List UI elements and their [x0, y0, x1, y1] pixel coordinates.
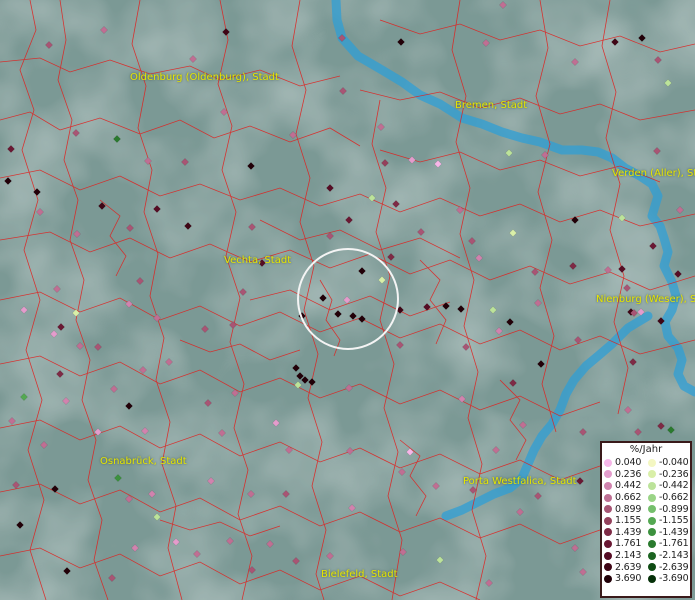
city-label-osnabrueck: Osnabrück, Stadt	[100, 456, 187, 467]
legend-swatch	[604, 516, 612, 525]
legend-row: 0.236 -0.236	[602, 469, 690, 481]
legend-label: 0.442	[615, 480, 642, 492]
legend-swatch	[648, 551, 656, 560]
legend-label: -0.899	[659, 503, 689, 515]
legend-entry-positive: 1.761	[602, 538, 646, 549]
legend-swatch	[604, 481, 612, 490]
legend-entry-negative: -0.236	[646, 469, 690, 480]
legend-entry-positive: 1.155	[602, 515, 646, 526]
legend-swatch	[648, 516, 656, 525]
legend-label: -0.442	[659, 480, 689, 492]
legend-label: -1.439	[659, 526, 689, 538]
city-label-oldenburg: Oldenburg (Oldenburg), Stadt	[130, 72, 279, 83]
legend-entry-negative: -0.662	[646, 492, 690, 503]
legend-entry-positive: 0.899	[602, 504, 646, 515]
legend-entry-positive: 2.143	[602, 550, 646, 561]
legend-swatch	[648, 481, 656, 490]
legend-row: 2.143 -2.143	[602, 550, 690, 562]
legend-row: 3.690 -3.690	[602, 573, 690, 585]
city-label-nienburg: Nienburg (Weser), St	[596, 294, 695, 305]
legend-row: 0.662 -0.662	[602, 492, 690, 504]
legend-swatch	[604, 539, 612, 548]
legend-swatch	[648, 539, 656, 548]
legend-entry-negative: -0.040	[646, 457, 690, 468]
legend-entry-negative: -0.899	[646, 504, 690, 515]
legend-row: 2.639 -2.639	[602, 561, 690, 573]
highlight-ring	[297, 248, 399, 350]
legend-label: 0.662	[615, 492, 642, 504]
legend-swatch	[604, 493, 612, 502]
legend-entry-negative: -0.442	[646, 480, 690, 491]
legend-label: 2.639	[615, 561, 642, 573]
legend-swatch	[648, 574, 656, 583]
legend-label: -3.690	[659, 573, 689, 585]
legend-swatch	[604, 563, 612, 572]
legend-entry-negative: -3.690	[646, 573, 690, 584]
legend-entry-negative: -1.155	[646, 515, 690, 526]
legend-swatch	[604, 470, 612, 479]
legend-entry-negative: -2.143	[646, 550, 690, 561]
legend-swatch	[604, 505, 612, 514]
legend-swatch	[648, 470, 656, 479]
legend-entry-negative: -2.639	[646, 562, 690, 573]
legend-entry-positive: 1.439	[602, 527, 646, 538]
legend-row: 1.155 -1.155	[602, 515, 690, 527]
city-label-bremen: Bremen, Stadt	[455, 100, 528, 111]
legend-row: 1.761 -1.761	[602, 538, 690, 550]
legend-label: -0.236	[659, 468, 689, 480]
legend-label: 2.143	[615, 550, 642, 562]
city-label-vechta: Vechta, Stadt	[224, 255, 292, 266]
legend-swatch	[648, 505, 656, 514]
legend-swatch	[604, 458, 612, 467]
city-label-bielefeld: Bielefeld, Stadt	[321, 569, 398, 580]
legend-entry-negative: -1.439	[646, 527, 690, 538]
legend-label: -0.040	[659, 457, 689, 469]
legend-entry-positive: 2.639	[602, 562, 646, 573]
legend-label: 0.236	[615, 468, 642, 480]
legend-title: %/Jahr	[629, 444, 663, 455]
legend-entry-positive: 0.236	[602, 469, 646, 480]
city-label-porta: Porta Westfalica, Stadt	[463, 476, 577, 487]
legend-swatch	[648, 493, 656, 502]
legend-swatch	[648, 563, 656, 572]
legend-swatch	[604, 574, 612, 583]
city-label-verden: Verden (Aller), St	[612, 168, 695, 179]
legend-label: -1.761	[659, 538, 689, 550]
legend-row: 0.899 -0.899	[602, 503, 690, 515]
legend-label: -0.662	[659, 492, 689, 504]
legend: %/Jahr 0.040 -0.040 0.236 -0.236 0.442 -0.442…	[600, 441, 692, 598]
legend-swatch	[604, 528, 612, 537]
legend-row: 0.442 -0.442	[602, 480, 690, 492]
legend-swatch	[648, 458, 656, 467]
legend-entry-negative: -1.761	[646, 538, 690, 549]
legend-swatch	[648, 528, 656, 537]
legend-label: 1.439	[615, 526, 642, 538]
legend-entry-positive: 0.442	[602, 480, 646, 491]
legend-label: 1.155	[615, 515, 642, 527]
legend-label: 0.899	[615, 503, 642, 515]
legend-label: 1.761	[615, 538, 642, 550]
legend-label: 0.040	[615, 457, 642, 469]
legend-label: -2.639	[659, 561, 689, 573]
legend-swatch	[604, 551, 612, 560]
legend-entry-positive: 0.040	[602, 457, 646, 468]
legend-row: 1.439 -1.439	[602, 527, 690, 539]
legend-label: -2.143	[659, 550, 689, 562]
legend-entry-positive: 3.690	[602, 573, 646, 584]
legend-entry-positive: 0.662	[602, 492, 646, 503]
legend-label: 3.690	[615, 573, 642, 585]
legend-label: -1.155	[659, 515, 689, 527]
legend-row: 0.040 -0.040	[602, 457, 690, 469]
legend-rows: 0.040 -0.040 0.236 -0.236 0.442 -0.442 0.662 -0…	[602, 457, 690, 585]
